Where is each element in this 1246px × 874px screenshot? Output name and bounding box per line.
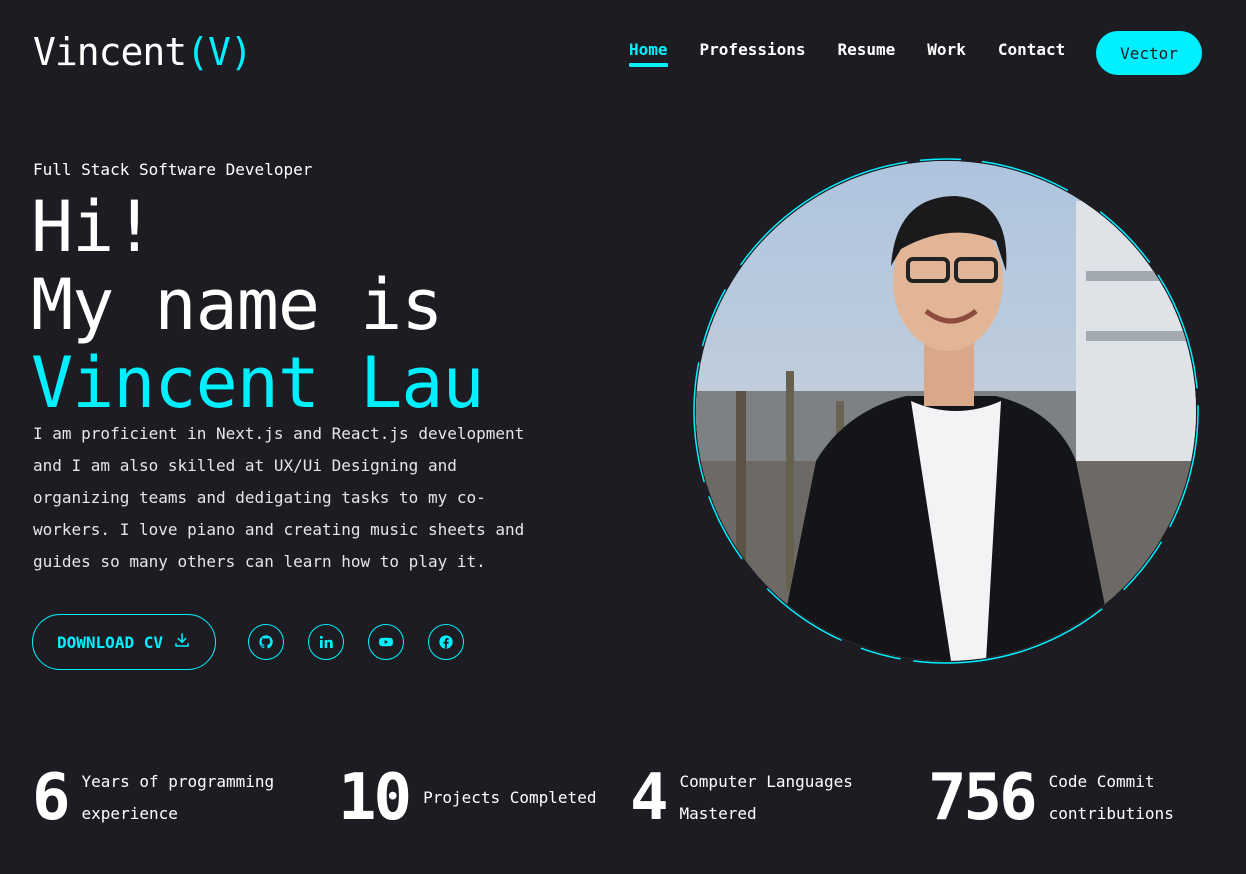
stat-label: Projects Completed bbox=[423, 788, 597, 807]
stat-value: 756 bbox=[928, 761, 1038, 835]
social-links bbox=[248, 624, 464, 660]
stat-label: Computer Languages Mastered bbox=[679, 772, 853, 823]
logo[interactable]: Vincent(V) bbox=[33, 30, 253, 74]
nav-professions[interactable]: Professions bbox=[700, 40, 806, 67]
download-cv-button[interactable]: Download CV bbox=[32, 614, 216, 670]
hero-subtitle: Full Stack Software Developer bbox=[33, 160, 313, 179]
hero-title: Hi! My name is Vincent Lau bbox=[31, 186, 485, 424]
stat-value: 10 bbox=[338, 761, 412, 835]
logo-accent: (V) bbox=[186, 30, 253, 74]
stat-projects: 10 Projects Completed bbox=[338, 766, 613, 830]
linkedin-icon[interactable] bbox=[308, 624, 344, 660]
stat-label: Code Commit contributions bbox=[1048, 772, 1174, 823]
facebook-icon[interactable] bbox=[428, 624, 464, 660]
stat-value: 4 bbox=[630, 761, 668, 835]
github-icon[interactable] bbox=[248, 624, 284, 660]
greeting-line-2: My name is bbox=[31, 264, 443, 346]
greeting-line-1: Hi! bbox=[31, 186, 155, 268]
logo-text: Vincent bbox=[33, 30, 187, 74]
profile-photo bbox=[696, 161, 1196, 661]
main-nav: Home Professions Resume Work Contact bbox=[629, 40, 1065, 67]
stat-commits: 756 Code Commit contributions bbox=[928, 766, 1209, 830]
hero-name: Vincent Lau bbox=[31, 342, 485, 424]
stat-value: 6 bbox=[32, 761, 70, 835]
nav-work[interactable]: Work bbox=[927, 40, 966, 67]
hero-bio: I am proficient in Next.js and React.js … bbox=[33, 424, 525, 571]
profile-photo-container bbox=[690, 155, 1202, 667]
vector-button[interactable]: Vector bbox=[1096, 31, 1202, 75]
nav-resume[interactable]: Resume bbox=[838, 40, 896, 67]
download-icon bbox=[173, 631, 191, 653]
download-cv-label: Download CV bbox=[57, 632, 163, 652]
stat-years: 6 Years of programming experience bbox=[32, 766, 292, 830]
nav-contact[interactable]: Contact bbox=[998, 40, 1065, 67]
nav-home[interactable]: Home bbox=[629, 40, 668, 67]
stat-languages: 4 Computer Languages Mastered bbox=[630, 766, 880, 830]
youtube-icon[interactable] bbox=[368, 624, 404, 660]
stat-label: Years of programming experience bbox=[81, 772, 275, 823]
